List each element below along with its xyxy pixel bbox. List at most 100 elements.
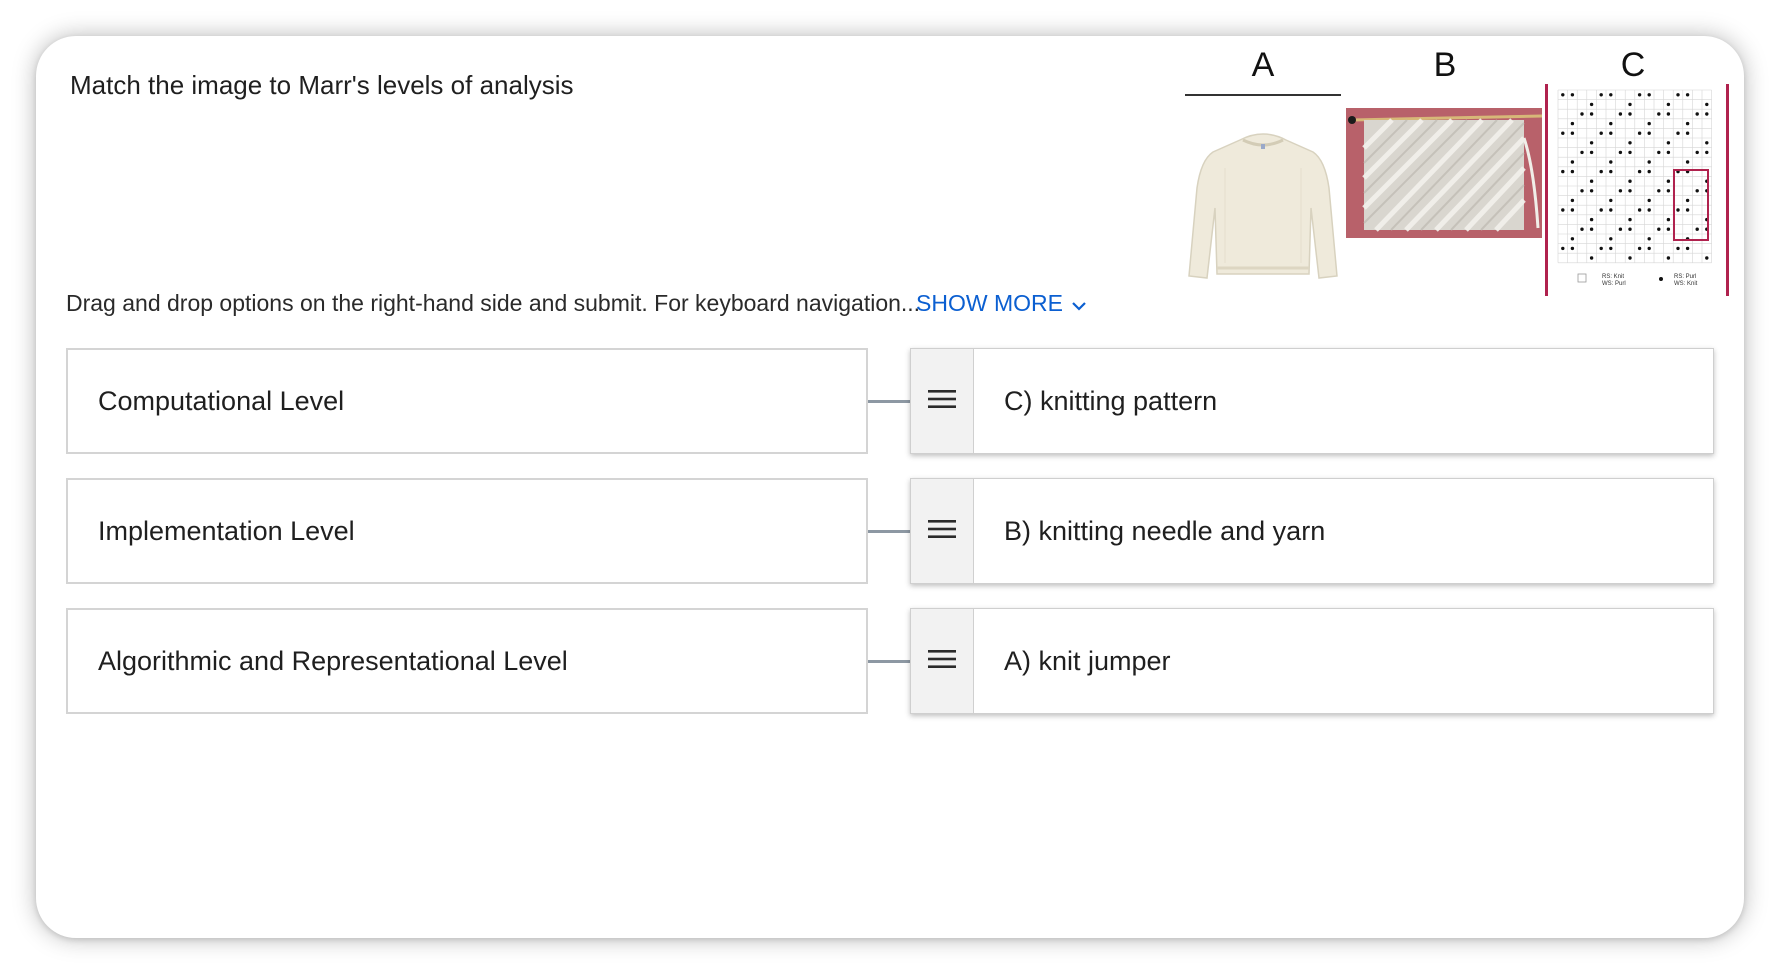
draggable-option-knitting-pattern[interactable]: C) knitting pattern <box>910 348 1714 454</box>
chart-purl-dot <box>1609 169 1613 174</box>
chart-purl-dot <box>1657 112 1661 116</box>
question-title: Match the image to Marr's levels of anal… <box>70 70 574 100</box>
chart-purl-dot <box>1609 198 1613 203</box>
chart-purl-dot <box>1666 189 1671 193</box>
chart-purl-dot <box>1609 121 1613 126</box>
legend-purl-line1: RS: Purl <box>1674 274 1696 280</box>
knitting-pattern-chart-image: RS: Knit WS: Purl RS: Purl WS: Knit <box>1545 84 1729 296</box>
chart-purl-dot <box>1561 93 1565 97</box>
chart-purl-dot <box>1618 189 1623 193</box>
drag-handle[interactable] <box>911 349 974 453</box>
chart-purl-dot <box>1647 121 1651 126</box>
chart-purl-dot <box>1599 93 1603 97</box>
hamburger-drag-icon <box>928 649 956 674</box>
chart-purl-dot <box>1628 141 1632 145</box>
option-label: C) knitting pattern <box>1004 385 1218 416</box>
chart-purl-dot <box>1580 150 1584 155</box>
match-connector <box>868 400 910 403</box>
chart-purl-dot <box>1637 208 1642 212</box>
knitting-swatch-image <box>1346 108 1542 238</box>
chart-purl-dot <box>1657 150 1661 155</box>
chart-purl-dot <box>1589 141 1594 145</box>
legend-knit-line1: RS: Knit <box>1602 274 1624 280</box>
chart-purl-dot <box>1628 150 1632 155</box>
chart-purl-dot <box>1685 121 1690 126</box>
chart-purl-dot <box>1647 237 1651 241</box>
chart-purl-dot <box>1589 179 1594 183</box>
chart-purl-dot <box>1666 179 1671 183</box>
chart-purl-dot <box>1628 179 1632 183</box>
chart-purl-dot <box>1685 246 1690 251</box>
drag-drop-instructions: Drag and drop options on the right-hand … <box>66 290 921 316</box>
hamburger-drag-icon <box>928 389 956 414</box>
chart-purl-dot <box>1589 227 1594 231</box>
knit-jumper-image <box>1185 98 1341 282</box>
chart-purl-dot <box>1628 189 1632 193</box>
chart-purl-dot <box>1705 102 1709 107</box>
chart-purl-dot <box>1599 131 1603 135</box>
chart-purl-dot <box>1666 102 1671 107</box>
chart-purl-dot <box>1561 131 1565 135</box>
chart-purl-dot <box>1570 237 1575 241</box>
chart-purl-dot <box>1695 150 1699 155</box>
match-connector <box>868 660 910 663</box>
chart-purl-dot <box>1609 237 1613 241</box>
chart-purl-dot <box>1561 246 1565 251</box>
image-label-a: A <box>1251 46 1275 84</box>
chart-purl-dot <box>1589 112 1594 116</box>
chart-purl-dot <box>1705 256 1709 260</box>
chart-purl-dot <box>1666 112 1671 116</box>
chart-purl-dot <box>1647 169 1651 174</box>
chart-purl-dot <box>1599 208 1603 212</box>
chart-purl-dot <box>1695 227 1699 231</box>
chart-purl-dot <box>1589 102 1594 107</box>
chart-purl-dot <box>1570 198 1575 203</box>
hamburger-drag-icon <box>928 519 956 544</box>
match-prompt-computational: Computational Level <box>66 348 868 454</box>
chart-purl-dot <box>1647 131 1651 135</box>
drag-handle[interactable] <box>911 479 974 583</box>
chart-purl-dot <box>1589 150 1594 155</box>
chart-purl-dot <box>1618 112 1623 116</box>
chart-purl-dot <box>1599 169 1603 174</box>
show-more-link[interactable]: SHOW MORE <box>916 290 1087 317</box>
match-prompt-label: Computational Level <box>98 385 345 416</box>
chart-purl-dot <box>1685 160 1690 164</box>
draggable-option-knit-jumper[interactable]: A) knit jumper <box>910 608 1714 714</box>
option-label: B) knitting needle and yarn <box>1004 515 1326 546</box>
draggable-option-needle-and-yarn[interactable]: B) knitting needle and yarn <box>910 478 1714 584</box>
match-prompt-implementation: Implementation Level <box>66 478 868 584</box>
match-prompt-algorithmic: Algorithmic and Representational Level <box>66 608 868 714</box>
chevron-down-icon <box>1071 290 1087 317</box>
chart-purl-dot <box>1580 227 1584 231</box>
chart-purl-dot <box>1657 189 1661 193</box>
chart-purl-dot <box>1609 160 1613 164</box>
match-prompt-label: Implementation Level <box>98 515 355 546</box>
chart-purl-dot <box>1685 208 1690 212</box>
chart-purl-dot <box>1685 198 1690 203</box>
chart-purl-dot <box>1695 189 1699 193</box>
chart-purl-dot <box>1609 208 1613 212</box>
image-label-c: C <box>1620 46 1646 84</box>
chart-purl-dot <box>1570 169 1575 174</box>
show-more-label: SHOW MORE <box>916 290 1063 316</box>
chart-purl-dot <box>1628 112 1632 116</box>
chart-purl-dot <box>1666 227 1671 231</box>
chart-purl-dot <box>1647 208 1651 212</box>
chart-purl-dot <box>1637 131 1642 135</box>
chart-purl-dot <box>1637 246 1642 251</box>
drag-handle[interactable] <box>911 609 974 713</box>
chart-purl-dot <box>1666 256 1671 260</box>
chart-purl-dot <box>1589 217 1594 222</box>
chart-purl-dot <box>1628 227 1632 231</box>
legend-purl-line2: WS: Knit <box>1674 281 1698 287</box>
question-card: Match the image to Marr's levels of anal… <box>36 36 1744 938</box>
chart-purl-dot <box>1589 256 1594 260</box>
chart-purl-dot <box>1637 169 1642 174</box>
chart-purl-dot <box>1676 93 1680 97</box>
chart-purl-dot <box>1580 112 1584 116</box>
chart-purl-dot <box>1705 141 1709 145</box>
option-label: A) knit jumper <box>1004 645 1171 676</box>
chart-purl-dot <box>1570 131 1575 135</box>
chart-purl-dot <box>1666 217 1671 222</box>
